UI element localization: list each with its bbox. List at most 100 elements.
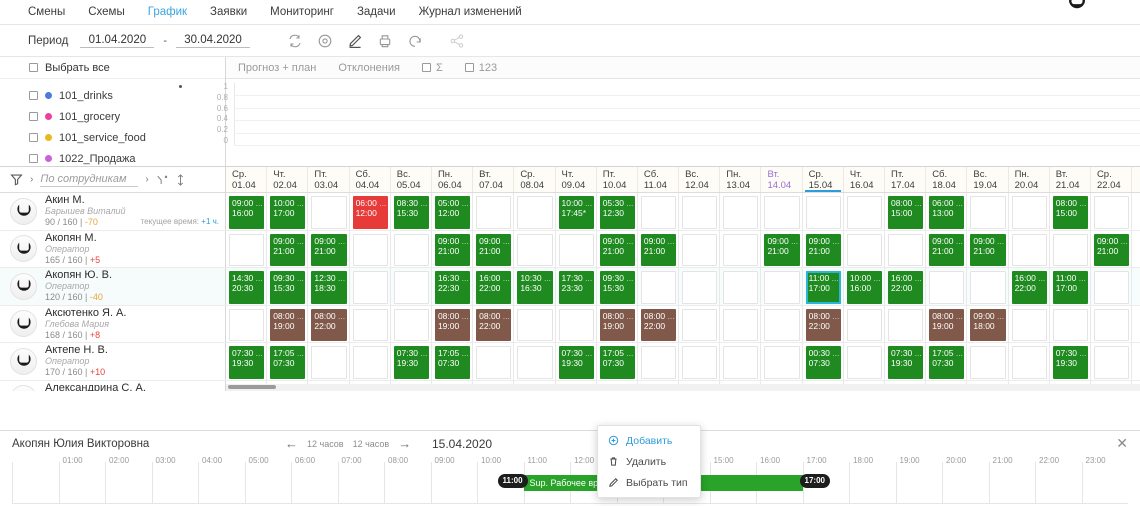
shift-chip[interactable]: 05:0012:00 <box>434 196 471 229</box>
shift-cell[interactable] <box>1050 230 1091 268</box>
resize-vertical-icon[interactable] <box>175 173 186 186</box>
shift-cell[interactable] <box>844 305 885 343</box>
shift-cell[interactable]: 11:0017:00 <box>1050 268 1091 306</box>
shift-chip[interactable] <box>764 271 800 304</box>
shift-cell[interactable] <box>514 343 556 381</box>
shift-cell[interactable]: 09:0018:00 <box>967 305 1009 343</box>
timeline-end-pill[interactable]: 17:00 <box>799 474 830 488</box>
date-header-cell[interactable]: Ср. 22.04 <box>1091 167 1133 192</box>
shift-cell[interactable] <box>514 193 556 231</box>
tab-deviations[interactable]: Отклонения <box>338 62 400 74</box>
shift-cell[interactable]: 09:3015:30 <box>597 268 638 306</box>
shift-cell[interactable] <box>926 268 968 306</box>
shift-cell[interactable]: 09:0021:00 <box>803 230 844 268</box>
shift-cell[interactable]: 09:3015:30 <box>267 268 309 306</box>
shift-cell[interactable]: 10:0016:00 <box>844 268 885 306</box>
shift-chip[interactable]: 09:0016:00 <box>229 196 265 229</box>
shift-cell[interactable]: 17:3023:30 <box>556 268 597 306</box>
shift-chip[interactable]: 07:3019:30 <box>558 346 594 379</box>
shift-cell[interactable]: 08:0019:00 <box>267 305 309 343</box>
shift-chip[interactable]: 16:0022:00 <box>1011 271 1047 304</box>
shift-cell[interactable] <box>1009 305 1050 343</box>
shift-chip[interactable] <box>393 308 429 341</box>
employee-info-cell[interactable]: Акин М. Барышев Виталий 90 / 160 | -70 теку… <box>0 193 226 230</box>
employee-row[interactable]: Акин М. Барышев Виталий 90 / 160 | -70 теку… <box>0 193 1140 231</box>
group-checkbox[interactable] <box>29 112 38 121</box>
shift-chip[interactable] <box>1011 308 1047 341</box>
date-header-cell[interactable]: Сб. 18.04 <box>926 167 968 192</box>
shift-chip[interactable] <box>558 308 594 341</box>
shift-cell[interactable] <box>761 305 803 343</box>
shift-chip[interactable]: 08:0019:00 <box>599 308 635 341</box>
shift-cell[interactable]: 16:0022:00 <box>473 268 515 306</box>
shift-chip[interactable] <box>723 308 759 341</box>
shift-cell[interactable] <box>226 305 268 343</box>
shift-chip[interactable]: 09:0021:00 <box>434 233 471 266</box>
date-header-cell[interactable]: Пт. 10.04 <box>597 167 638 192</box>
shift-cell[interactable] <box>720 343 762 381</box>
shift-cell[interactable]: 08:0019:00 <box>926 305 968 343</box>
shift-chip[interactable] <box>229 308 265 341</box>
shift-cell[interactable] <box>391 305 432 343</box>
shift-chip[interactable]: 17:0507:30 <box>929 346 965 379</box>
period-from-input[interactable] <box>80 33 155 48</box>
shift-chip[interactable]: 11:0017:00 <box>1052 271 1088 304</box>
shift-chip[interactable]: 09:0021:00 <box>640 233 677 266</box>
shift-chip[interactable] <box>352 308 388 341</box>
select-all-row[interactable]: Выбрать все <box>0 57 225 79</box>
date-header-cell[interactable]: Ср. 08.04 <box>514 167 556 192</box>
shift-cell[interactable]: 09:0021:00 <box>1091 230 1133 268</box>
shift-chip[interactable] <box>1093 271 1130 304</box>
shift-chip[interactable]: 17:3023:30 <box>558 271 594 304</box>
shift-cell[interactable] <box>638 193 680 231</box>
shift-chip[interactable] <box>846 346 882 379</box>
shift-cell[interactable]: 09:0016:00 <box>226 193 268 231</box>
shift-chip[interactable] <box>846 308 882 341</box>
shift-chip[interactable]: 05:3012:30 <box>599 196 635 229</box>
shift-cell[interactable]: 16:0022:00 <box>885 268 927 306</box>
shift-cell[interactable] <box>350 230 391 268</box>
shift-chip[interactable]: 08:3015:30 <box>393 196 429 229</box>
shift-cell[interactable] <box>308 193 350 231</box>
shift-cell[interactable] <box>967 268 1009 306</box>
shift-cell[interactable]: 09:0021:00 <box>638 230 680 268</box>
nav-item-4[interactable]: Мониторинг <box>270 6 334 18</box>
shift-cell[interactable] <box>391 230 432 268</box>
shift-chip[interactable]: 09:0021:00 <box>764 233 800 266</box>
shift-chip[interactable]: 08:0022:00 <box>476 308 512 341</box>
refresh-icon[interactable] <box>287 33 303 49</box>
shift-cell[interactable]: 09:0021:00 <box>432 230 474 268</box>
group-item[interactable]: 1022_Продажа <box>0 148 225 169</box>
next-12h-arrow[interactable]: → <box>398 437 411 450</box>
shift-cell[interactable]: 09:0021:00 <box>761 230 803 268</box>
employee-search-input[interactable] <box>40 172 139 187</box>
shift-chip[interactable] <box>888 233 924 266</box>
shift-cell[interactable] <box>638 268 680 306</box>
employee-row[interactable]: Аксютенко Я. А. Глебова Мария 168 / 160 | … <box>0 305 1140 343</box>
shift-chip[interactable] <box>970 271 1006 304</box>
shift-chip[interactable] <box>888 308 924 341</box>
shift-chip[interactable] <box>682 271 718 304</box>
shift-chip[interactable]: 07:3019:30 <box>888 346 924 379</box>
shift-chip[interactable] <box>970 196 1006 229</box>
date-header-cell[interactable]: Вт. 21.04 <box>1050 167 1091 192</box>
shift-cell[interactable] <box>514 305 556 343</box>
chart-values-toggle[interactable]: 123 <box>464 62 497 74</box>
shift-chip[interactable] <box>311 346 347 379</box>
group-checkbox[interactable] <box>29 91 38 100</box>
shift-chip[interactable] <box>517 346 553 379</box>
shift-cell[interactable]: 05:0012:00 <box>432 193 474 231</box>
shift-chip[interactable] <box>723 233 759 266</box>
shift-cell[interactable] <box>967 343 1009 381</box>
shift-cell[interactable] <box>1091 193 1133 231</box>
group-checkbox[interactable] <box>29 133 38 142</box>
shift-chip[interactable]: 08:0019:00 <box>434 308 471 341</box>
employee-info-cell[interactable]: Акопян М. Оператор 165 / 160 | +5 <box>0 230 226 267</box>
shift-chip[interactable] <box>846 196 882 229</box>
shift-chip[interactable] <box>476 346 512 379</box>
shift-cell[interactable]: 09:0021:00 <box>473 230 515 268</box>
shift-chip[interactable]: 09:0021:00 <box>270 233 306 266</box>
shift-chip[interactable]: 09:0021:00 <box>970 233 1006 266</box>
shift-cell[interactable]: 08:0022:00 <box>473 305 515 343</box>
shift-cell[interactable] <box>679 230 721 268</box>
